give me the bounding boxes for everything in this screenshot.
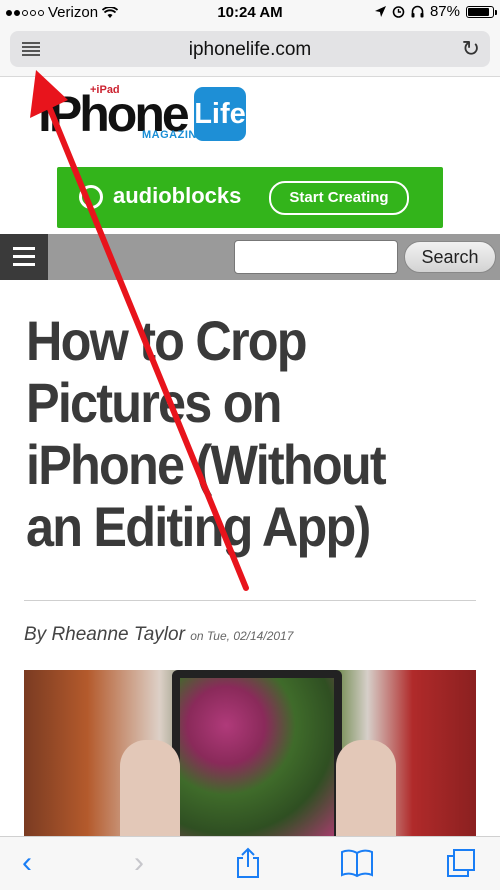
- browser-address-area: iphonelife.com ↻: [0, 26, 500, 77]
- logo-ipad-text: +iPad: [90, 84, 120, 96]
- logo-life-badge: Life: [194, 87, 246, 141]
- article-hero-image: [24, 670, 476, 836]
- search-button[interactable]: Search: [404, 241, 496, 273]
- location-icon: [374, 6, 386, 17]
- hamburger-menu-button[interactable]: [0, 234, 48, 280]
- hero-phone: [172, 670, 342, 836]
- share-icon[interactable]: [234, 847, 262, 879]
- bookmarks-icon[interactable]: [340, 847, 374, 879]
- headphones-icon: [411, 5, 424, 18]
- forward-icon[interactable]: ›: [134, 847, 144, 879]
- reload-icon[interactable]: ↻: [462, 38, 480, 60]
- hero-phone-screen: [180, 678, 334, 836]
- publish-date: on Tue, 02/14/2017: [190, 629, 294, 643]
- article-title: How to Crop Pictures on iPhone (Without …: [26, 309, 387, 558]
- url-text[interactable]: iphonelife.com: [10, 39, 490, 61]
- tabs-icon[interactable]: [446, 847, 476, 879]
- battery-icon: [466, 5, 497, 18]
- back-icon[interactable]: ‹: [22, 847, 32, 879]
- battery-percent: 87%: [429, 3, 460, 20]
- audioblocks-logo-icon: [79, 185, 103, 209]
- site-nav-bar: Search: [0, 234, 500, 280]
- status-bar: Verizon 10:24 AM 87%: [0, 0, 500, 26]
- search-input[interactable]: [234, 240, 398, 274]
- ad-brand-name: audioblocks: [113, 183, 242, 208]
- author-name[interactable]: By Rheanne Taylor: [24, 624, 185, 645]
- alarm-icon: [392, 6, 405, 18]
- hero-left-hand: [120, 740, 180, 836]
- browser-toolbar: ‹ ›: [0, 836, 500, 890]
- status-right: 87%: [374, 3, 497, 20]
- article-byline: By Rheanne Taylor on Tue, 02/14/2017: [24, 624, 293, 646]
- battery-level: [468, 7, 489, 16]
- site-logo[interactable]: iPhone +iPad MAGAZINE Life: [38, 84, 248, 147]
- hero-right-hand: [336, 740, 396, 836]
- ad-banner[interactable]: audioblocks Start Creating: [57, 167, 443, 228]
- ad-cta-button[interactable]: Start Creating: [269, 181, 409, 215]
- address-bar[interactable]: iphonelife.com ↻: [10, 31, 490, 67]
- title-divider: [24, 600, 476, 601]
